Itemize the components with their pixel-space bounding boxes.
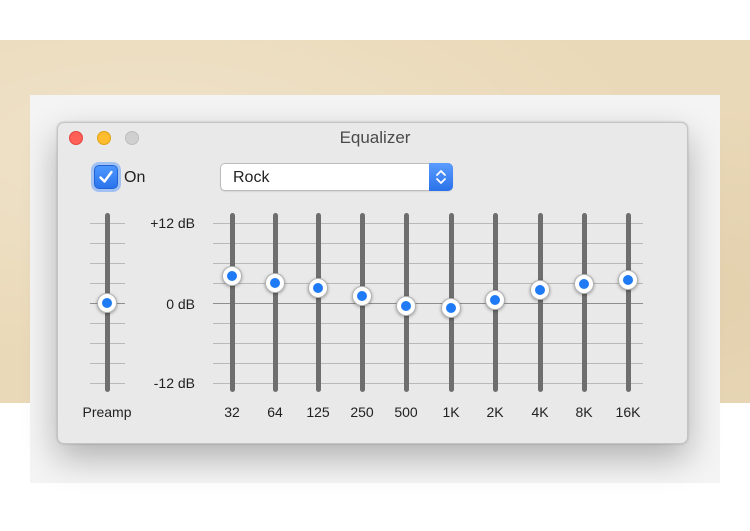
preamp-label: Preamp xyxy=(82,404,132,420)
gridline xyxy=(213,383,643,384)
band-16K-slider-track[interactable] xyxy=(625,213,631,392)
checkmark-icon xyxy=(99,170,113,183)
gridline xyxy=(213,323,643,324)
on-checkbox[interactable] xyxy=(94,165,118,189)
band-4K-slider-knob[interactable] xyxy=(530,279,550,300)
gridline xyxy=(213,303,643,304)
scale-top-label: +12 dB xyxy=(150,215,195,231)
band-2K-slider-knob[interactable] xyxy=(485,289,505,310)
band-64-slider-track[interactable] xyxy=(272,213,278,392)
scale-mid-label: 0 dB xyxy=(166,296,195,312)
preamp-slider-knob[interactable] xyxy=(97,293,117,313)
on-label: On xyxy=(124,169,146,186)
gridline xyxy=(213,263,643,264)
band-32-slider-track[interactable] xyxy=(229,213,235,392)
gridline xyxy=(213,243,643,244)
band-4K-slider-track[interactable] xyxy=(537,213,543,392)
band-label: 16K xyxy=(615,404,641,420)
preset-dropdown[interactable]: Rock xyxy=(220,163,453,191)
scale-bottom-label: -12 dB xyxy=(153,375,195,391)
gridline xyxy=(213,343,643,344)
band-125-slider-track[interactable] xyxy=(315,213,321,392)
preset-value: Rock xyxy=(233,169,270,186)
band-64-slider-knob[interactable] xyxy=(265,273,285,293)
gridline xyxy=(213,363,643,364)
band-16K-slider-knob[interactable] xyxy=(618,269,638,290)
band-8K-slider-track[interactable] xyxy=(581,213,587,392)
dropdown-arrows-icon[interactable] xyxy=(429,163,453,191)
window-title: Equalizer xyxy=(339,128,411,147)
gridline xyxy=(213,223,643,224)
